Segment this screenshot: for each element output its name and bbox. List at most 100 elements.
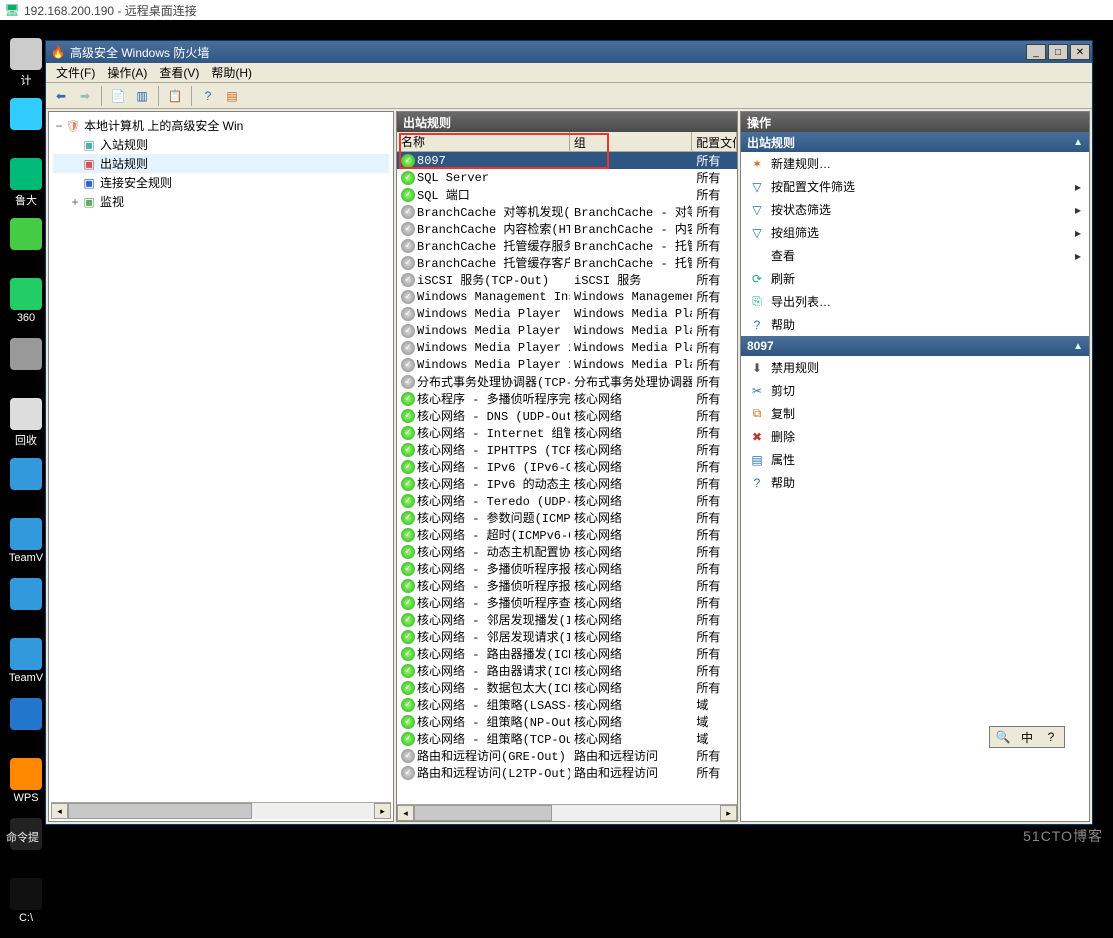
action-item[interactable]: ▽按状态筛选▸ [741,198,1089,221]
rule-row[interactable]: ✓核心网络 - 路由器播发(ICMPv6-Out)核心网络所有 [397,645,737,662]
desktop-icon[interactable]: WPS [6,758,46,818]
desktop-icon[interactable] [6,98,46,158]
col-profile[interactable]: 配置文件 [692,132,737,151]
action-item[interactable]: ✂剪切 [741,379,1089,402]
rule-row[interactable]: ✓核心网络 - 路由器请求(ICMPv6-Out)核心网络所有 [397,662,737,679]
rule-row[interactable]: ✓核心网络 - 组策略(NP-Out)核心网络域 [397,713,737,730]
rule-row[interactable]: ✓核心网络 - IPv6 (IPv6-Out)核心网络所有 [397,458,737,475]
rule-row[interactable]: ✓BranchCache 托管缓存服务器(HTTP-Out)BranchCach… [397,237,737,254]
rule-row[interactable]: ✓分布式事务处理协调器(TCP-Out)分布式事务处理协调器所有 [397,373,737,390]
rule-row[interactable]: ✓SQL 端口所有 [397,186,737,203]
props-button[interactable]: ▤ [221,85,243,107]
up-button[interactable]: 📄 [107,85,129,107]
rule-row[interactable]: ✓路由和远程访问(GRE-Out)路由和远程访问所有 [397,747,737,764]
ime-button[interactable]: 中 [1018,728,1036,746]
menu-item[interactable]: 查看(V) [153,64,205,81]
desktop-icon[interactable] [6,218,46,278]
col-group[interactable]: 组 [570,132,692,151]
rule-row[interactable]: ✓SQL Server所有 [397,169,737,186]
rule-row[interactable]: ✓核心网络 - 邻居发现请求(ICMPv6-Out)核心网络所有 [397,628,737,645]
rule-row[interactable]: ✓iSCSI 服务(TCP-Out)iSCSI 服务所有 [397,271,737,288]
rule-row[interactable]: ✓核心网络 - 多播侦听程序报告(ICMPv6…核心网络所有 [397,577,737,594]
help-button[interactable]: ? [197,85,219,107]
ime-toolbar[interactable]: 🔍 中? [989,726,1065,748]
desktop-icon[interactable] [6,338,46,398]
rule-row[interactable]: ✓核心网络 - 超时(ICMPv6-Out)核心网络所有 [397,526,737,543]
action-item[interactable]: ▽按组筛选▸ [741,221,1089,244]
rule-row[interactable]: ✓Windows Media Player x86 (TCP-Out)Windo… [397,339,737,356]
rule-row[interactable]: ✓核心网络 - 多播侦听程序报告 v2 (IC…核心网络所有 [397,560,737,577]
collapse-icon[interactable]: ▲ [1073,137,1083,148]
action-item[interactable]: ⎘导出列表… [741,290,1089,313]
desktop-icon[interactable] [6,578,46,638]
ime-button[interactable]: 🔍 [994,728,1012,746]
action-section-title[interactable]: 出站规则▲ [741,132,1089,152]
tree-item[interactable]: +▣监视 [53,192,389,211]
action-item[interactable]: ⬇禁用规则 [741,356,1089,379]
rule-row[interactable]: ✓核心网络 - 多播侦听程序查询(ICMPv6…核心网络所有 [397,594,737,611]
rule-row[interactable]: ✓Windows Media Player x86 (UDP-Out)Windo… [397,356,737,373]
rule-row[interactable]: ✓核心网络 - 邻居发现播发(ICMPv6-Out)核心网络所有 [397,611,737,628]
desktop-icon[interactable]: 360 [6,278,46,338]
rule-row[interactable]: ✓核心网络 - 组策略(LSASS-Out)核心网络域 [397,696,737,713]
menu-item[interactable]: 帮助(H) [205,64,258,81]
action-item[interactable]: ⧉复制 [741,402,1089,425]
close-button[interactable]: ✕ [1070,44,1090,60]
rule-row[interactable]: ✓路由和远程访问(L2TP-Out)路由和远程访问所有 [397,764,737,781]
rule-row[interactable]: ✓8097所有 [397,152,737,169]
menu-item[interactable]: 文件(F) [50,64,101,81]
rule-row[interactable]: ✓Windows Media Player (UDP-Out)Windows M… [397,322,737,339]
desktop-icon[interactable]: C:\ [6,878,46,938]
tree-item[interactable]: ▣入站规则 [53,135,389,154]
rule-row[interactable]: ✓核心网络 - 数据包太大(ICMPv6-Out)核心网络所有 [397,679,737,696]
rule-row[interactable]: ✓核心网络 - Teredo (UDP-Out)核心网络所有 [397,492,737,509]
rule-row[interactable]: ✓Windows Media Player (TCP-Out)Windows M… [397,305,737,322]
back-button[interactable]: ⬅ [50,85,72,107]
action-item[interactable]: ?帮助 [741,471,1089,494]
rules-list[interactable]: ✓8097所有✓SQL Server所有✓SQL 端口所有✓BranchCach… [397,152,737,804]
rule-row[interactable]: ✓核心网络 - 组策略(TCP-Out)核心网络域 [397,730,737,747]
forward-button[interactable]: ➡ [74,85,96,107]
tree-item[interactable]: ▣连接安全规则 [53,173,389,192]
rule-row[interactable]: ✓核心网络 - IPHTTPS (TCP-Out)核心网络所有 [397,441,737,458]
desktop-icon[interactable]: 回收 [6,398,46,458]
rule-row[interactable]: ✓Windows Management Instrumentation…Wind… [397,288,737,305]
action-item[interactable]: ▽按配置文件筛选▸ [741,175,1089,198]
rule-row[interactable]: ✓核心网络 - IPv6 的动态主机配置协议…核心网络所有 [397,475,737,492]
col-name[interactable]: 名称 [397,132,570,151]
tree-hscroll[interactable]: ◂▸ [51,802,391,819]
show-tree-button[interactable]: ▥ [131,85,153,107]
action-item[interactable]: ▤属性 [741,448,1089,471]
desktop-icon[interactable] [6,458,46,518]
rule-row[interactable]: ✓核心网络 - 动态主机配置协议(DHCP-Out)核心网络所有 [397,543,737,560]
window-titlebar[interactable]: 🔥 高级安全 Windows 防火墙 _ □ ✕ [46,41,1092,63]
desktop-icon[interactable]: 鲁大 [6,158,46,218]
maximize-button[interactable]: □ [1048,44,1068,60]
rule-row[interactable]: ✓BranchCache 内容检索(HTTP-Out)BranchCache -… [397,220,737,237]
rule-row[interactable]: ✓核心网络 - 参数问题(ICMPv6-Out)核心网络所有 [397,509,737,526]
minimize-button[interactable]: _ [1026,44,1046,60]
rule-row[interactable]: ✓核心程序 - 多播侦听程序完成(ICMPv6…核心网络所有 [397,390,737,407]
list-hscroll[interactable]: ◂▸ [397,804,737,821]
desktop-icon[interactable]: TeamV [6,518,46,578]
rule-row[interactable]: ✓BranchCache 对等机发现(WSD-Out)BranchCache -… [397,203,737,220]
desktop-icon[interactable]: TeamV [6,638,46,698]
action-item[interactable]: ?帮助 [741,313,1089,336]
desktop-icon[interactable] [6,818,46,878]
rule-row[interactable]: ✓核心网络 - DNS (UDP-Out)核心网络所有 [397,407,737,424]
rule-row[interactable]: ✓核心网络 - Internet 组管理协议(IGM…核心网络所有 [397,424,737,441]
action-section-title[interactable]: 8097▲ [741,336,1089,356]
ime-button[interactable]: ? [1042,728,1060,746]
collapse-icon[interactable]: ▲ [1073,341,1083,352]
list-header[interactable]: 名称 组 配置文件 [397,132,737,152]
tree-item[interactable]: ▣出站规则 [53,154,389,173]
tree-root[interactable]: − 🛡 本地计算机 上的高级安全 Win [53,116,389,135]
action-item[interactable]: ⟳刷新 [741,267,1089,290]
desktop-icon[interactable]: 计 [6,38,46,98]
action-item[interactable]: ✖删除 [741,425,1089,448]
action-item[interactable]: 查看▸ [741,244,1089,267]
scope-tree[interactable]: − 🛡 本地计算机 上的高级安全 Win ▣入站规则▣出站规则▣连接安全规则+▣… [51,114,391,802]
action-item[interactable]: ✶新建规则… [741,152,1089,175]
menu-item[interactable]: 操作(A) [101,64,153,81]
desktop-icon[interactable] [6,698,46,758]
